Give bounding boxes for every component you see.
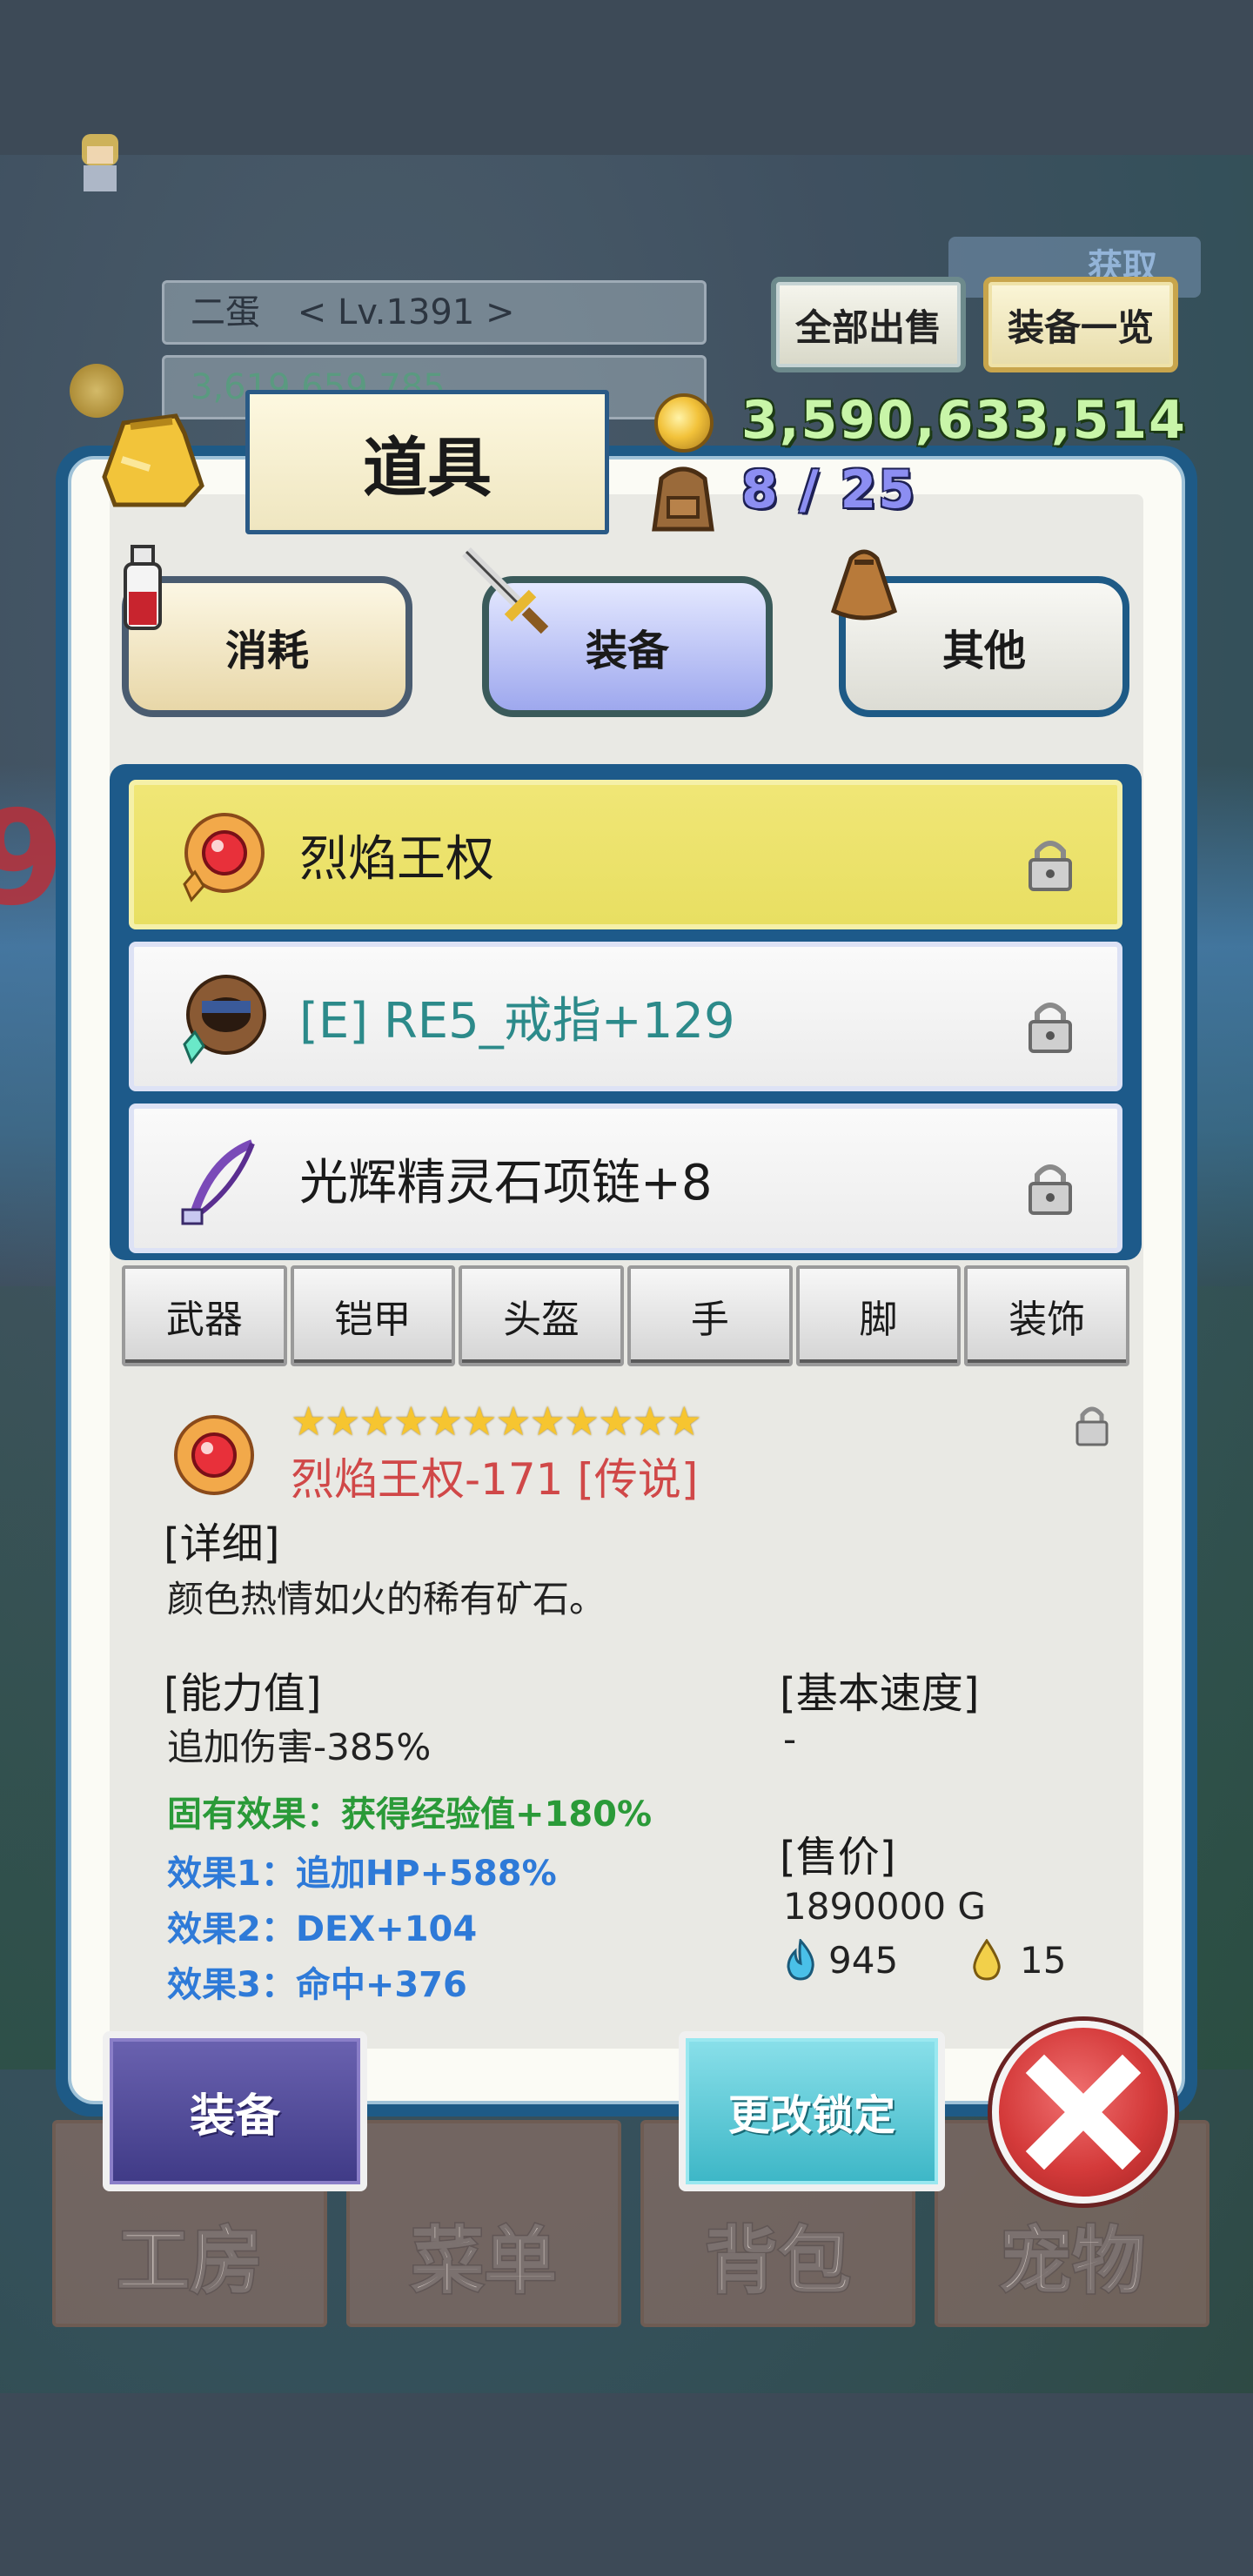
nav-workshop-label: 工房 — [115, 2217, 264, 2305]
blue-flame-icon — [787, 1939, 814, 1981]
sell-all-label: 全部出售 — [794, 305, 941, 349]
potion-icon — [124, 545, 162, 630]
list-item[interactable]: 光辉精灵石项链+8 — [129, 1104, 1122, 1253]
inventory-capacity: 8 / 25 — [741, 460, 916, 520]
tab-other-label: 其他 — [941, 627, 1026, 675]
player-name-bar: 二蛋 < Lv.1391 > — [162, 280, 707, 345]
tab-hand[interactable]: 手 — [627, 1265, 793, 1366]
gold-drop-count: 15 — [1020, 1939, 1067, 1982]
tab-weapon[interactable]: 武器 — [122, 1265, 287, 1366]
equip-button[interactable]: 装备 — [103, 2031, 367, 2191]
close-icon — [1025, 2054, 1142, 2170]
pouch-icon — [830, 549, 898, 621]
tab-equipment-label: 装备 — [585, 627, 669, 675]
item-label: [E] RE5_戒指+129 — [299, 992, 735, 1050]
lock-icon[interactable] — [1025, 835, 1075, 893]
player-avatar-icon — [82, 134, 118, 191]
sell-all-button[interactable]: 全部出售 — [771, 277, 966, 372]
item-label: 烈焰王权 — [299, 830, 494, 888]
nav-menu-label: 菜单 — [409, 2217, 558, 2305]
change-lock-button[interactable]: 更改锁定 — [679, 2031, 945, 2191]
flame-scepter-icon — [183, 813, 265, 902]
close-button[interactable] — [992, 2021, 1175, 2204]
item-bag-icon — [102, 413, 204, 507]
lock-icon — [1075, 1406, 1109, 1446]
item-label: 光辉精灵石项链+8 — [299, 1154, 713, 1211]
lock-icon[interactable] — [1025, 997, 1075, 1055]
nav-backpack-label: 背包 — [703, 2217, 852, 2305]
list-item[interactable]: 烈焰王权 — [129, 780, 1122, 929]
nav-menu[interactable]: 菜单 — [346, 2120, 621, 2327]
price-header: [售价] — [780, 1833, 896, 1882]
tab-consumable-label: 消耗 — [224, 627, 309, 675]
ability-header: [能力值] — [164, 1669, 322, 1718]
panel-title: 道具 — [363, 430, 492, 506]
effect-1: 效果1：追加HP+588% — [167, 1854, 557, 1894]
price-value: 1890000 G — [783, 1885, 986, 1928]
blue-gem-count: 945 — [828, 1939, 899, 1982]
effect-2: 效果2：DEX+104 — [167, 1909, 478, 1949]
item-detail: ★★★★★★★★★★★★ 烈焰王权-171 [传说] [详细] 颜色热情如火的稀… — [122, 1384, 1133, 2010]
item-description: 颜色热情如火的稀有矿石。 — [167, 1578, 606, 1620]
item-list: 烈焰王权 [E] RE5_戒指+129 光辉精灵石项链+8 — [110, 764, 1142, 1260]
gold-drop-icon — [973, 1939, 1001, 1981]
speed-value: - — [783, 1718, 797, 1761]
item-detail-name: 烈焰王权-171 [传说] — [291, 1454, 699, 1505]
gold-amount: 3,590,633,514 — [741, 390, 1187, 451]
player-level: < Lv.1391 > — [297, 292, 515, 332]
equipment-slot-tabs: 武器 铠甲 头盔 手 脚 装饰 — [122, 1265, 1133, 1366]
rarity-stars: ★★★★★★★★★★★★ — [291, 1398, 702, 1445]
ability-value: 追加伤害-385% — [167, 1726, 432, 1768]
equipment-list-button[interactable]: 装备一览 — [983, 277, 1178, 372]
fixed-effect: 固有效果：获得经验值+180% — [167, 1794, 653, 1835]
tab-foot[interactable]: 脚 — [795, 1265, 962, 1366]
player-name: 二蛋 — [191, 292, 260, 332]
effect-3: 效果3：命中+376 — [167, 1965, 467, 2005]
necklace-icon — [181, 1139, 255, 1225]
panel-title-tab: 道具 — [245, 390, 609, 534]
equipment-list-label: 装备一览 — [1007, 305, 1154, 349]
equip-button-label: 装备 — [189, 2090, 280, 2143]
nav-pet-label: 宠物 — [997, 2217, 1146, 2305]
flame-scepter-icon — [174, 1415, 254, 1495]
backpack-icon — [652, 466, 714, 532]
lock-icon[interactable] — [1025, 1159, 1075, 1217]
change-lock-label: 更改锁定 — [727, 2091, 895, 2140]
tab-consumable[interactable]: 消耗 — [122, 576, 412, 717]
list-item[interactable]: [E] RE5_戒指+129 — [129, 942, 1122, 1091]
tab-helmet[interactable]: 头盔 — [459, 1265, 625, 1366]
tab-accessory[interactable]: 装饰 — [964, 1265, 1130, 1366]
gold-coin-icon — [654, 393, 714, 453]
tab-armor[interactable]: 铠甲 — [290, 1265, 456, 1366]
speed-header: [基本速度] — [780, 1669, 980, 1718]
ring-icon — [183, 975, 266, 1064]
sword-icon — [462, 547, 549, 634]
detail-header: [详细] — [164, 1519, 280, 1568]
